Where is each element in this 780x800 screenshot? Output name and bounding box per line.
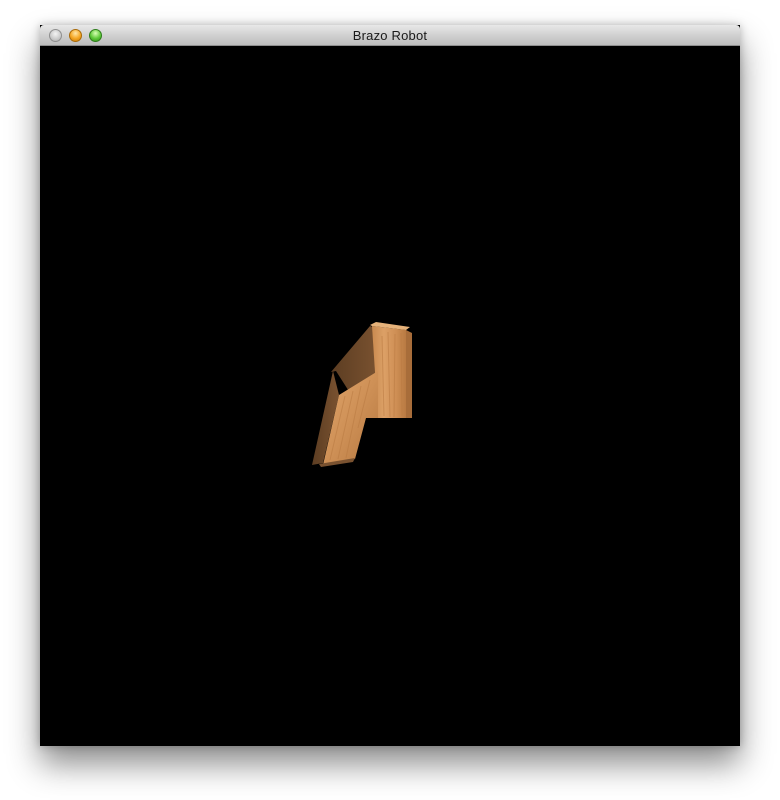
arm-upper-edge (406, 330, 412, 418)
app-window: Brazo Robot (40, 25, 740, 746)
scene-svg (312, 322, 412, 467)
window-title: Brazo Robot (352, 28, 428, 43)
title-bar[interactable]: Brazo Robot (40, 25, 740, 46)
render-canvas[interactable] (40, 46, 740, 746)
robot-arm (312, 322, 412, 467)
